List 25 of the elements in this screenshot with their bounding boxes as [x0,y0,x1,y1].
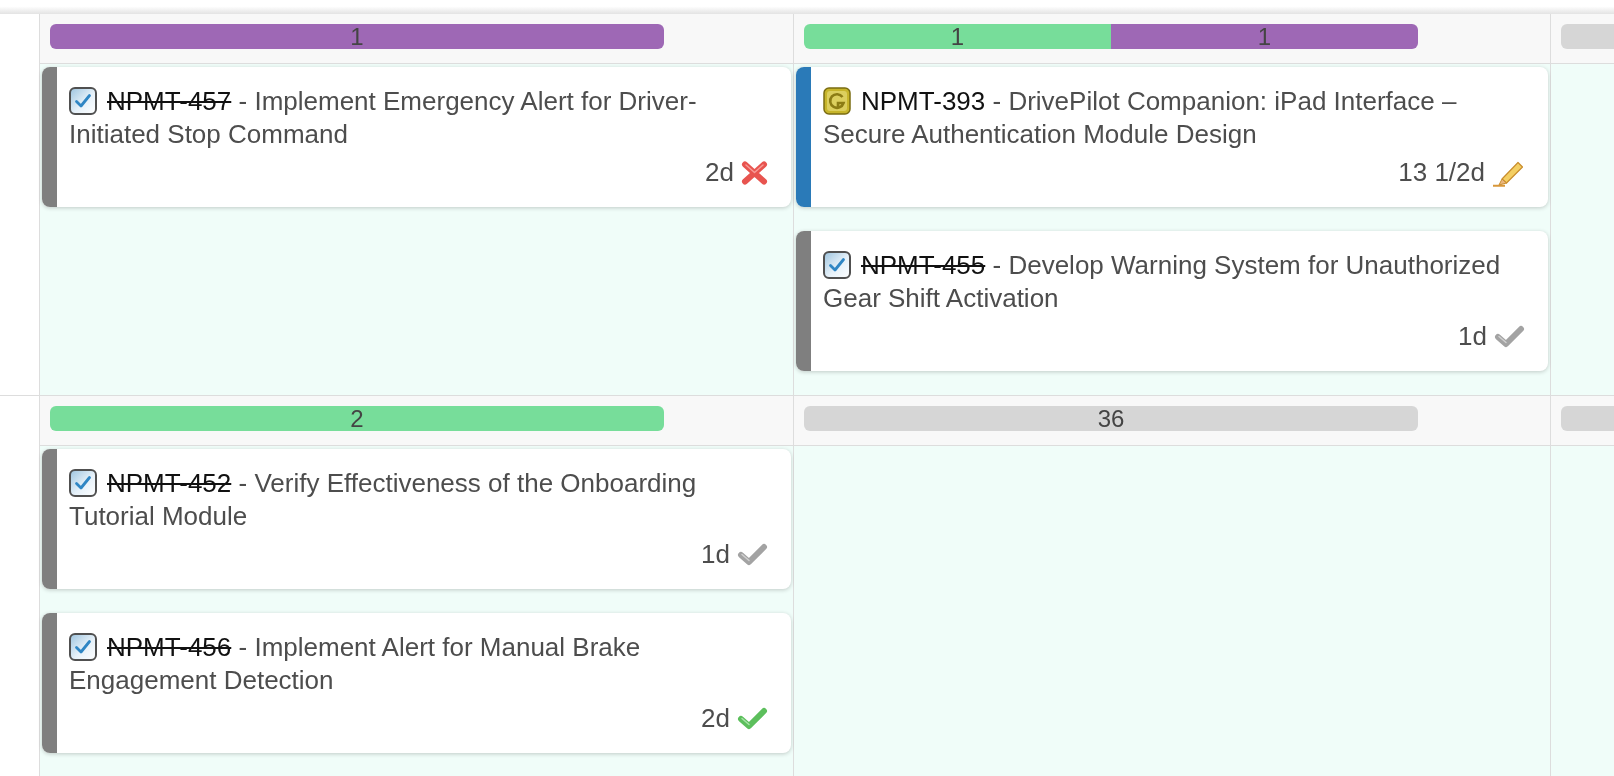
task-link[interactable]: NPMT-452 [107,468,232,498]
task-link[interactable]: NPMT-457 [107,86,232,116]
task-link[interactable]: NPMT-456 [107,632,232,662]
count-bar-segment: 1 [50,24,664,49]
estimate-label: 1d [701,538,730,571]
checkbox-icon [69,87,97,115]
count-bar-segment: 1 [1111,24,1418,49]
count-bar-segment: 2 [50,406,664,431]
task-card[interactable]: NPMT-393 - DrivePilot Companion: iPad Interface – Secure Authentication Module Design 13 1/2d [796,67,1548,207]
task-card[interactable]: NPMT-455 - Develop Warning System for Unauthorized Gear Shift Activation 1d [796,231,1548,371]
checkbox-icon [69,469,97,497]
count-bar-segment: 1 [804,24,1111,49]
task-card[interactable]: NPMT-452 - Verify Effectiveness of the Onboarding Tutorial Module 1d [42,449,791,589]
task-card[interactable]: NPMT-457 - Implement Emergency Alert for Driver-Initiated Stop Command 2d [42,67,791,207]
count-bar-segment: 36 [804,406,1418,431]
estimate-label: 2d [705,156,734,189]
estimate-label: 13 1/2d [1398,156,1485,189]
swirl-icon [823,87,851,115]
estimate-label: 2d [701,702,730,735]
estimate-label: 1d [1458,320,1487,353]
task-link[interactable]: NPMT-393 [861,86,986,116]
checkbox-icon [69,633,97,661]
checkbox-icon [823,251,851,279]
task-link[interactable]: NPMT-455 [861,250,986,280]
task-card[interactable]: NPMT-456 - Implement Alert for Manual Brake Engagement Detection 2d [42,613,791,753]
